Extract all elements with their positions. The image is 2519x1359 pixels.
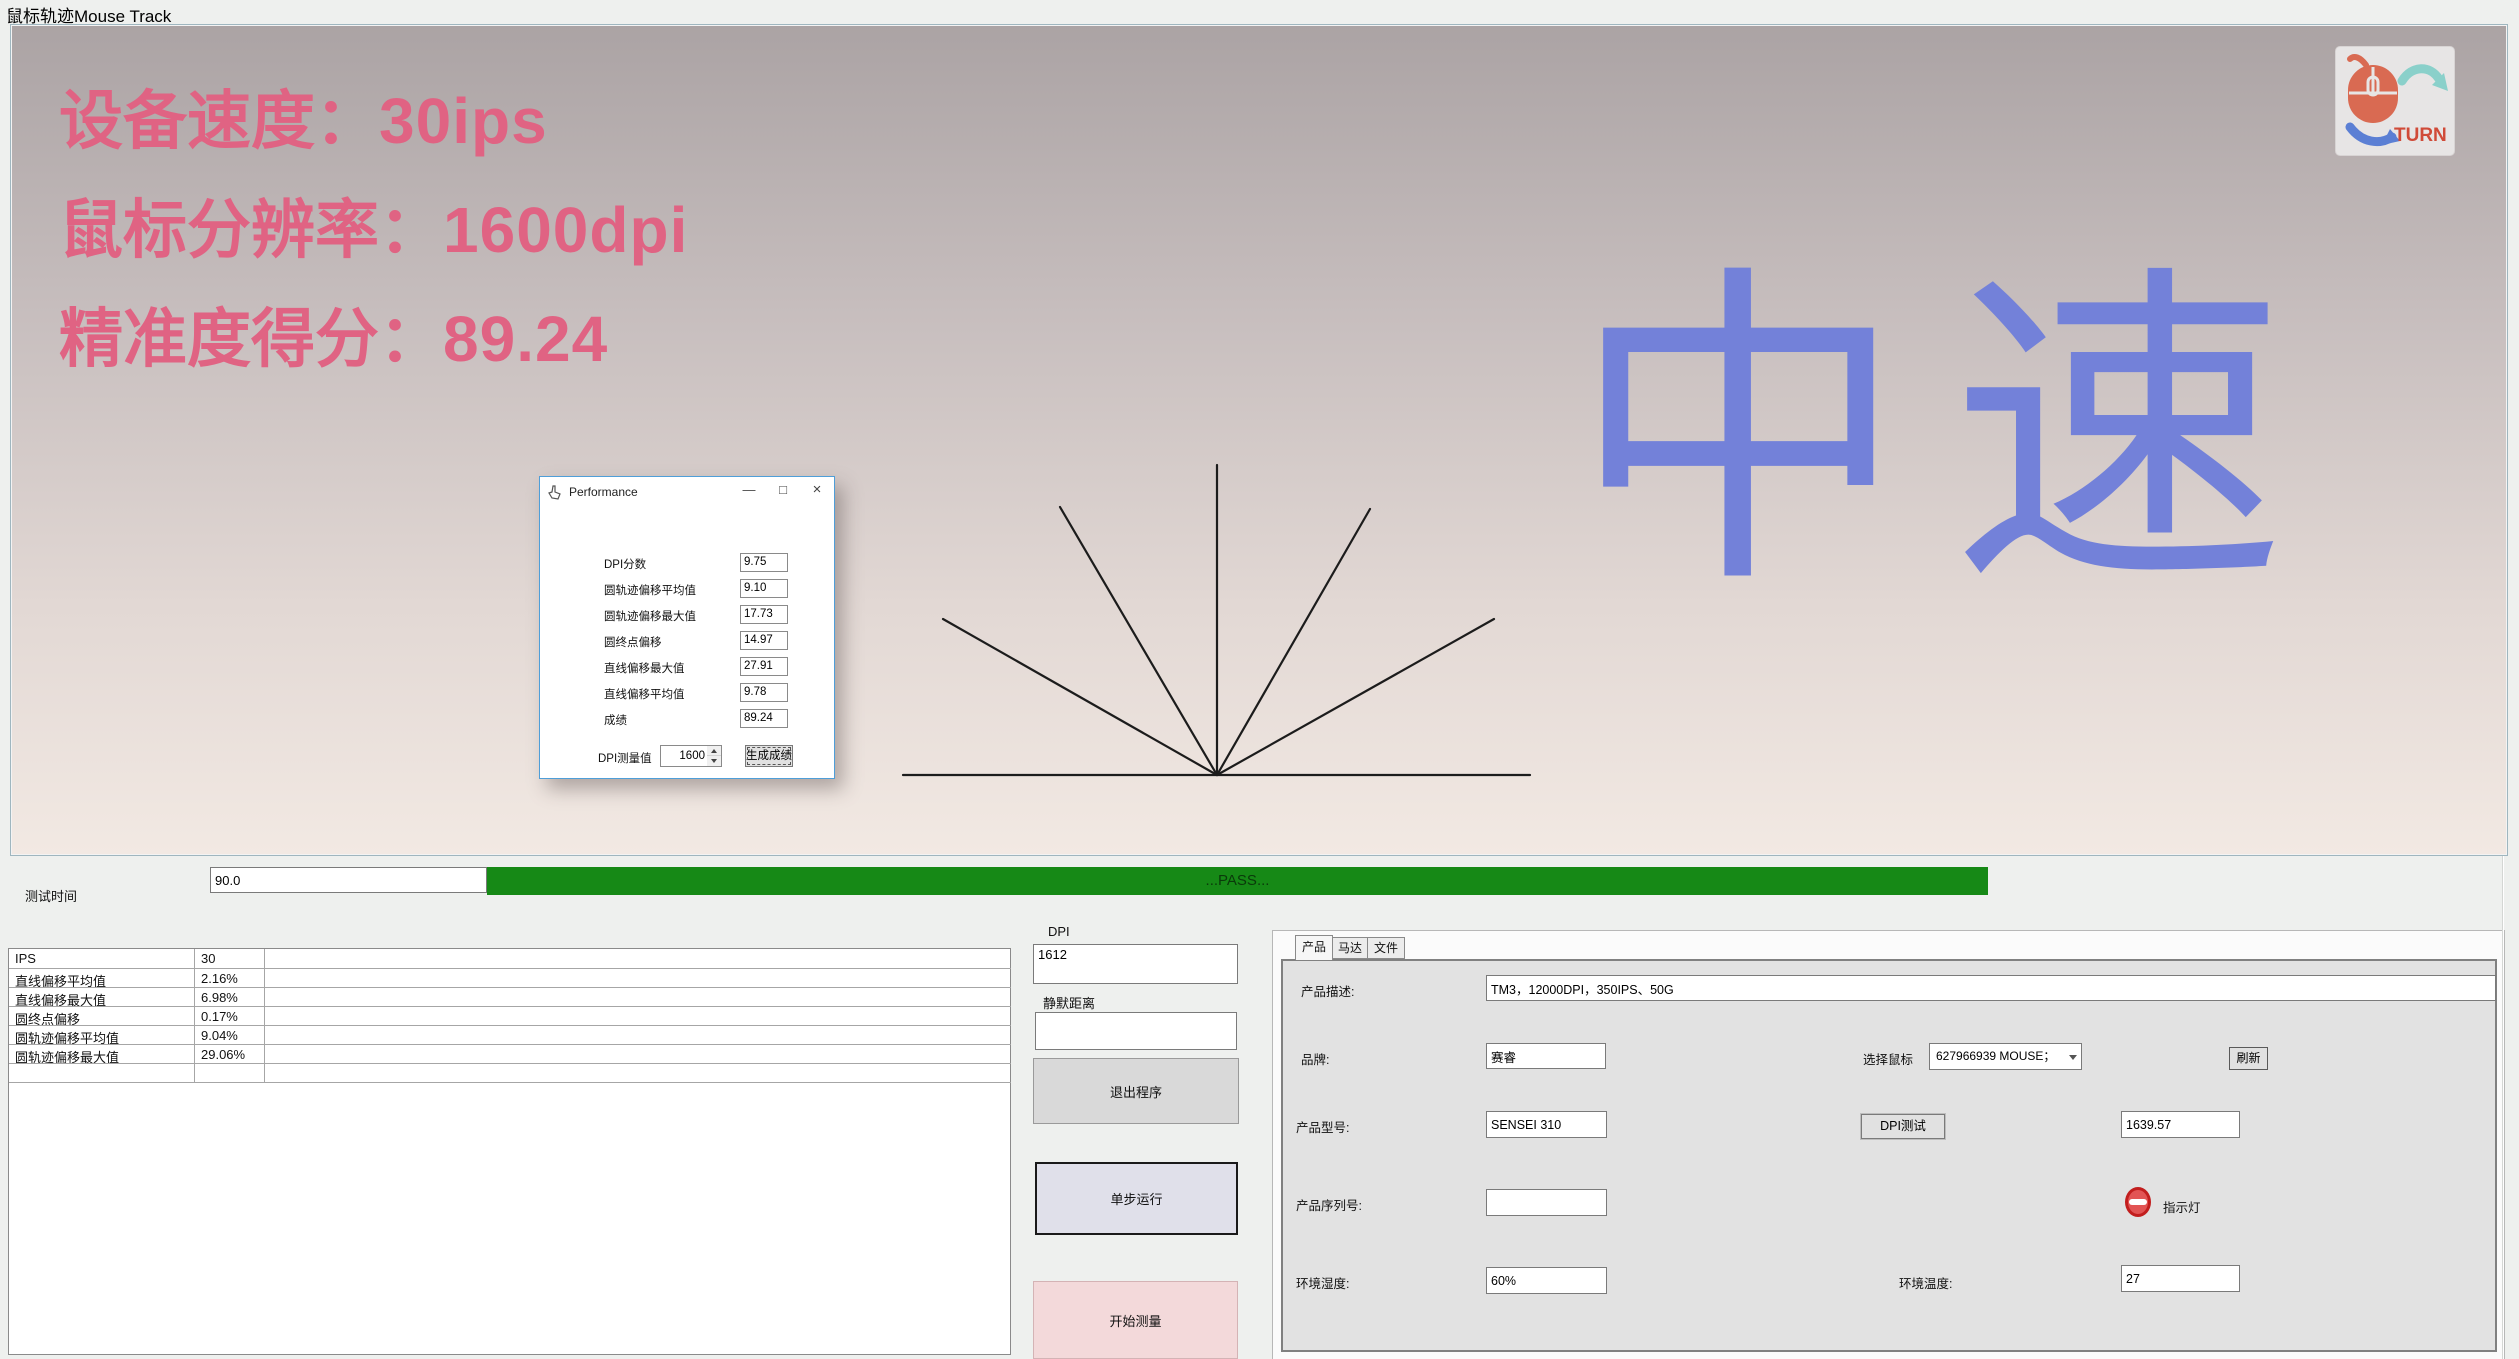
final-score-label: 成绩: [604, 712, 627, 728]
speed-class-text: 中速: [1571, 253, 2331, 622]
dialog-close-button[interactable]: ×: [800, 477, 834, 503]
hand-pointer-icon: [548, 485, 562, 500]
spinner-up-button[interactable]: [707, 746, 721, 756]
temperature-label: 环境温度:: [1899, 1273, 1952, 1292]
product-tab-page: 产品描述: 品牌: 选择鼠标 627966939 MOUSE； 刷新 产品型号:…: [1281, 959, 2497, 1352]
mouse-track-canvas[interactable]: 设备速度：30ips 鼠标分辨率：1600dpi 精准度得分：89.24 中速: [10, 24, 2508, 856]
spinner-down-button[interactable]: [707, 756, 721, 766]
line-offset-avg-value[interactable]: 9.78: [740, 683, 788, 702]
table-header-row: IPS 30: [9, 949, 1010, 969]
performance-dialog-title: Performance: [569, 485, 638, 499]
brand-label: 品牌:: [1301, 1049, 1329, 1068]
serial-input[interactable]: [1486, 1189, 1607, 1216]
dialog-minimize-button[interactable]: —: [732, 477, 766, 503]
line-offset-max-label: 直线偏移最大值: [604, 660, 685, 676]
table-row: 直线偏移平均值 2.16%: [9, 969, 1010, 988]
model-input[interactable]: [1486, 1111, 1607, 1138]
circle-end-offset-value[interactable]: 14.97: [740, 631, 788, 650]
indicator-light-icon: [2123, 1185, 2153, 1219]
tab-product[interactable]: 产品: [1295, 935, 1333, 960]
select-mouse-label: 选择鼠标: [1863, 1049, 1913, 1068]
performance-dialog: Performance — □ × DPI分数 9.75 圆轨迹偏移平均值 9.…: [539, 476, 835, 779]
dialog-maximize-button[interactable]: □: [766, 477, 800, 503]
model-label: 产品型号:: [1296, 1117, 1349, 1136]
humidity-input[interactable]: [1486, 1267, 1607, 1294]
results-table[interactable]: IPS 30 直线偏移平均值 2.16% 直线偏移最大值 6.98% 圆终点偏移…: [8, 948, 1011, 1355]
performance-dialog-titlebar[interactable]: Performance: [548, 483, 638, 501]
silent-distance-input[interactable]: [1035, 1012, 1237, 1050]
product-panel: 产品 马达 文件 产品描述: 品牌: 选择鼠标 627966939 MOUSE；…: [1272, 930, 2505, 1359]
dpi-measure-label: DPI测量值: [598, 750, 652, 766]
generate-score-button[interactable]: 生成成绩: [745, 745, 793, 767]
description-input[interactable]: [1486, 975, 2496, 1001]
tab-motor[interactable]: 马达: [1331, 937, 1369, 959]
brand-input[interactable]: [1486, 1043, 1606, 1069]
dpi-measure-spinner[interactable]: 1600: [660, 745, 722, 767]
score-text: 设备速度：30ips 鼠标分辨率：1600dpi 精准度得分：89.24: [59, 67, 688, 394]
window-right-edge: [2502, 856, 2504, 1359]
circle-offset-avg-label: 圆轨迹偏移平均值: [604, 582, 696, 598]
table-row: 圆轨迹偏移平均值 9.04%: [9, 1026, 1010, 1045]
start-measure-button[interactable]: 开始测量: [1033, 1281, 1238, 1359]
dpi-score-value[interactable]: 9.75: [740, 553, 788, 572]
mouse-icon: [2348, 57, 2398, 123]
select-mouse-combobox[interactable]: 627966939 MOUSE；: [1929, 1043, 2082, 1070]
svg-text:TURN: TURN: [2394, 125, 2447, 146]
test-time-label: 测试时间: [25, 886, 77, 905]
turn-logo: TURN: [2336, 47, 2454, 155]
pass-progress-bar: ...PASS...: [487, 867, 1988, 895]
table-row: 圆轨迹偏移最大值 29.06%: [9, 1045, 1010, 1064]
test-time-input[interactable]: [210, 867, 487, 893]
line-offset-avg-label: 直线偏移平均值: [604, 686, 685, 702]
circle-end-offset-label: 圆终点偏移: [604, 634, 662, 650]
chevron-down-icon: [2069, 1055, 2077, 1060]
humidity-label: 环境湿度:: [1296, 1273, 1349, 1292]
resolution-line: 鼠标分辨率：1600dpi: [59, 176, 688, 285]
table-row: [9, 1064, 1010, 1083]
final-score-value[interactable]: 89.24: [740, 709, 788, 728]
indicator-label: 指示灯: [2163, 1197, 2201, 1216]
silent-distance-label: 静默距离: [1043, 993, 1095, 1012]
dpi-label: DPI: [1048, 924, 1070, 939]
device-speed-line: 设备速度：30ips: [59, 67, 688, 176]
temperature-input[interactable]: [2121, 1265, 2240, 1292]
line-offset-max-value[interactable]: 27.91: [740, 657, 788, 676]
circle-offset-max-label: 圆轨迹偏移最大值: [604, 608, 696, 624]
description-label: 产品描述:: [1301, 981, 1354, 1000]
serial-label: 产品序列号:: [1296, 1195, 1362, 1214]
circle-offset-avg-value[interactable]: 9.10: [740, 579, 788, 598]
dpi-test-result-input[interactable]: [2121, 1111, 2240, 1138]
dpi-test-button[interactable]: DPI测试: [1861, 1114, 1945, 1139]
dpi-measure-value: 1600: [679, 750, 705, 762]
tab-file[interactable]: 文件: [1367, 937, 1405, 959]
single-step-button[interactable]: 单步运行: [1035, 1162, 1238, 1235]
dpi-input[interactable]: 1612: [1033, 944, 1238, 984]
dpi-score-label: DPI分数: [604, 556, 646, 572]
table-row: 圆终点偏移 0.17%: [9, 1007, 1010, 1026]
accuracy-line: 精准度得分：89.24: [59, 285, 688, 394]
exit-program-button[interactable]: 退出程序: [1033, 1058, 1239, 1124]
refresh-button[interactable]: 刷新: [2229, 1047, 2268, 1070]
circle-offset-max-value[interactable]: 17.73: [740, 605, 788, 624]
table-row: 直线偏移最大值 6.98%: [9, 988, 1010, 1007]
